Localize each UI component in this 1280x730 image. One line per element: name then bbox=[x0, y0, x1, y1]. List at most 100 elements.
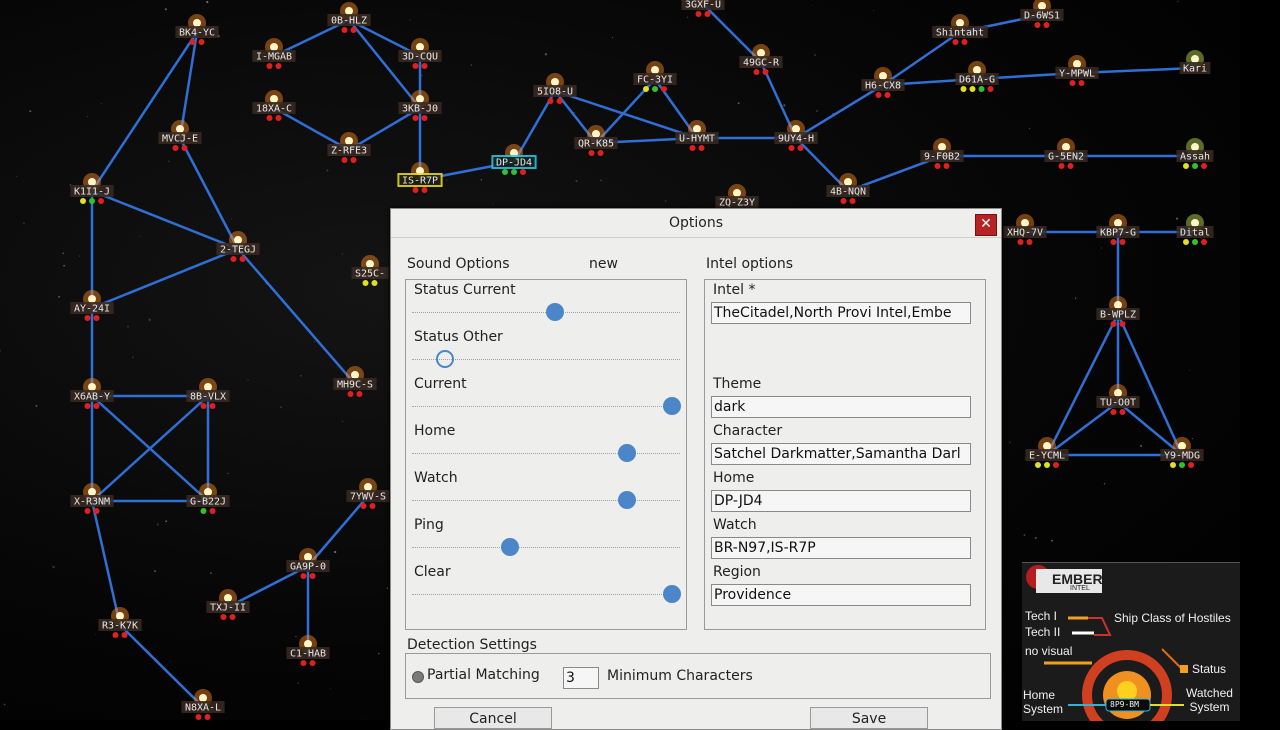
system-node[interactable]: 3GXF-U bbox=[681, 0, 725, 17]
system-node[interactable]: DP-JD4 bbox=[491, 144, 537, 175]
background-star bbox=[1028, 127, 1031, 130]
system-node[interactable]: Y-MPWL bbox=[1055, 55, 1099, 86]
background-star bbox=[386, 587, 389, 589]
slider-track[interactable] bbox=[412, 406, 680, 407]
slider-handle[interactable] bbox=[663, 585, 681, 603]
system-name: KBP7-G bbox=[1100, 228, 1136, 239]
system-name: BK4-YC bbox=[179, 28, 215, 39]
slider-handle[interactable] bbox=[663, 397, 681, 415]
dialog-titlebar[interactable]: Options ✕ bbox=[391, 209, 1001, 238]
system-name: 3KB-J0 bbox=[402, 104, 438, 115]
background-star bbox=[492, 203, 494, 205]
system-node[interactable]: Dital bbox=[1176, 214, 1214, 245]
slider-track[interactable] bbox=[412, 453, 680, 454]
system-status-dot bbox=[209, 403, 216, 409]
close-button[interactable]: ✕ bbox=[975, 214, 997, 236]
slider-status-current[interactable] bbox=[412, 303, 680, 321]
system-node[interactable]: Assah bbox=[1176, 138, 1214, 169]
system-status-dot bbox=[884, 92, 891, 98]
status-connector bbox=[1161, 648, 1183, 670]
background-star bbox=[330, 688, 332, 690]
min-characters-field[interactable]: 3 bbox=[563, 667, 599, 689]
slider-watch[interactable] bbox=[412, 491, 680, 509]
system-node[interactable]: IS-R7P bbox=[397, 162, 443, 193]
region-field[interactable]: Providence bbox=[711, 584, 971, 606]
system-node[interactable]: I-MGAB bbox=[252, 38, 296, 69]
slider-clear[interactable] bbox=[412, 585, 681, 603]
system-node[interactable]: 4B-NQN bbox=[826, 173, 870, 204]
system-node[interactable]: XHQ-7V bbox=[1003, 214, 1047, 245]
slider-label-current: Current bbox=[414, 376, 467, 392]
partial-matching-checkbox[interactable] bbox=[412, 671, 424, 683]
system-name: XHQ-7V bbox=[1007, 228, 1043, 239]
system-node[interactable]: 9-F0B2 bbox=[920, 138, 964, 169]
system-status-dot bbox=[753, 69, 760, 75]
system-node[interactable]: 5IO8-U bbox=[533, 73, 577, 104]
system-node[interactable]: 7YWV-S bbox=[346, 478, 390, 509]
system-node[interactable]: QR-K85 bbox=[574, 125, 618, 156]
system-node[interactable]: S25C- bbox=[351, 255, 389, 286]
slider-handle[interactable] bbox=[618, 444, 636, 462]
cancel-button[interactable]: Cancel bbox=[434, 707, 552, 729]
slider-track[interactable] bbox=[412, 594, 680, 595]
watch-field[interactable]: BR-N97,IS-R7P bbox=[711, 537, 971, 559]
slider-handle[interactable] bbox=[618, 491, 636, 509]
system-status-dot bbox=[347, 391, 354, 397]
slider-handle[interactable] bbox=[545, 303, 564, 321]
system-node[interactable]: ZQ-Z3Y bbox=[715, 184, 759, 209]
background-star bbox=[167, 160, 170, 162]
background-star bbox=[1189, 369, 1191, 371]
system-node[interactable]: U-HYMT bbox=[675, 120, 719, 151]
slider-track[interactable] bbox=[412, 500, 680, 501]
system-node[interactable]: D-6WS1 bbox=[1020, 0, 1064, 28]
slider-ping[interactable] bbox=[412, 538, 680, 556]
slider-handle[interactable] bbox=[500, 538, 519, 556]
system-node[interactable]: Shintaht bbox=[932, 14, 988, 45]
system-node[interactable]: BK4-YC bbox=[175, 14, 219, 45]
system-star bbox=[792, 125, 800, 133]
system-node[interactable]: Kari bbox=[1179, 50, 1211, 75]
system-node[interactable]: G-5EN2 bbox=[1044, 138, 1088, 169]
system-node[interactable]: 9UY4-H bbox=[774, 120, 818, 151]
ember-intel-legend: EMBER INTEL Tech I Tech II no visual Shi… bbox=[1022, 562, 1240, 721]
system-name: 9-F0B2 bbox=[924, 152, 960, 163]
slider-status-other[interactable] bbox=[412, 350, 680, 368]
system-node[interactable]: MH9C-S bbox=[333, 366, 377, 397]
system-star bbox=[757, 49, 765, 57]
intel-channels-label: Intel * bbox=[713, 282, 756, 298]
slider-home[interactable] bbox=[412, 444, 680, 462]
background-star bbox=[313, 340, 315, 342]
system-star bbox=[345, 137, 353, 145]
system-status-dot bbox=[1119, 409, 1126, 415]
intel-channels-field[interactable]: TheCitadel,North Provi Intel,Embe bbox=[711, 302, 971, 324]
system-node[interactable]: 2-TEGJ bbox=[216, 231, 260, 262]
system-node[interactable]: K1I1-J bbox=[70, 173, 114, 204]
theme-field[interactable]: dark bbox=[711, 396, 971, 418]
character-field[interactable]: Satchel Darkmatter,Samantha Darl bbox=[711, 443, 971, 465]
system-node[interactable]: FC-3YI bbox=[633, 61, 677, 92]
system-node[interactable]: MVCJ-E bbox=[158, 120, 202, 151]
system-node[interactable]: TU-O0T bbox=[1096, 384, 1140, 415]
system-node[interactable]: 49GC-R bbox=[739, 44, 783, 75]
system-node[interactable]: E-YCML bbox=[1025, 437, 1069, 468]
slider-track[interactable] bbox=[412, 547, 680, 548]
home-field[interactable]: DP-JD4 bbox=[711, 490, 971, 512]
system-status-dot bbox=[195, 714, 202, 720]
system-star bbox=[1114, 301, 1122, 309]
slider-handle[interactable] bbox=[435, 350, 454, 368]
system-node[interactable]: R3-K7K bbox=[98, 607, 142, 638]
system-status-dot bbox=[643, 86, 649, 92]
system-status-dot bbox=[511, 169, 517, 175]
system-node[interactable]: C1-HAB bbox=[286, 635, 330, 666]
system-star bbox=[844, 178, 852, 186]
slider-current[interactable] bbox=[412, 397, 681, 415]
system-status-dot bbox=[93, 403, 100, 409]
system-status-dot bbox=[121, 632, 128, 638]
background-star bbox=[297, 682, 299, 684]
save-button[interactable]: Save bbox=[810, 707, 928, 729]
dialog-title: Options bbox=[668, 215, 724, 231]
system-node[interactable]: D61A-G bbox=[955, 61, 999, 92]
system-node[interactable]: Z-RFE3 bbox=[327, 132, 371, 163]
system-node[interactable]: TXJ-II bbox=[206, 589, 250, 620]
system-connection bbox=[1117, 401, 1183, 456]
